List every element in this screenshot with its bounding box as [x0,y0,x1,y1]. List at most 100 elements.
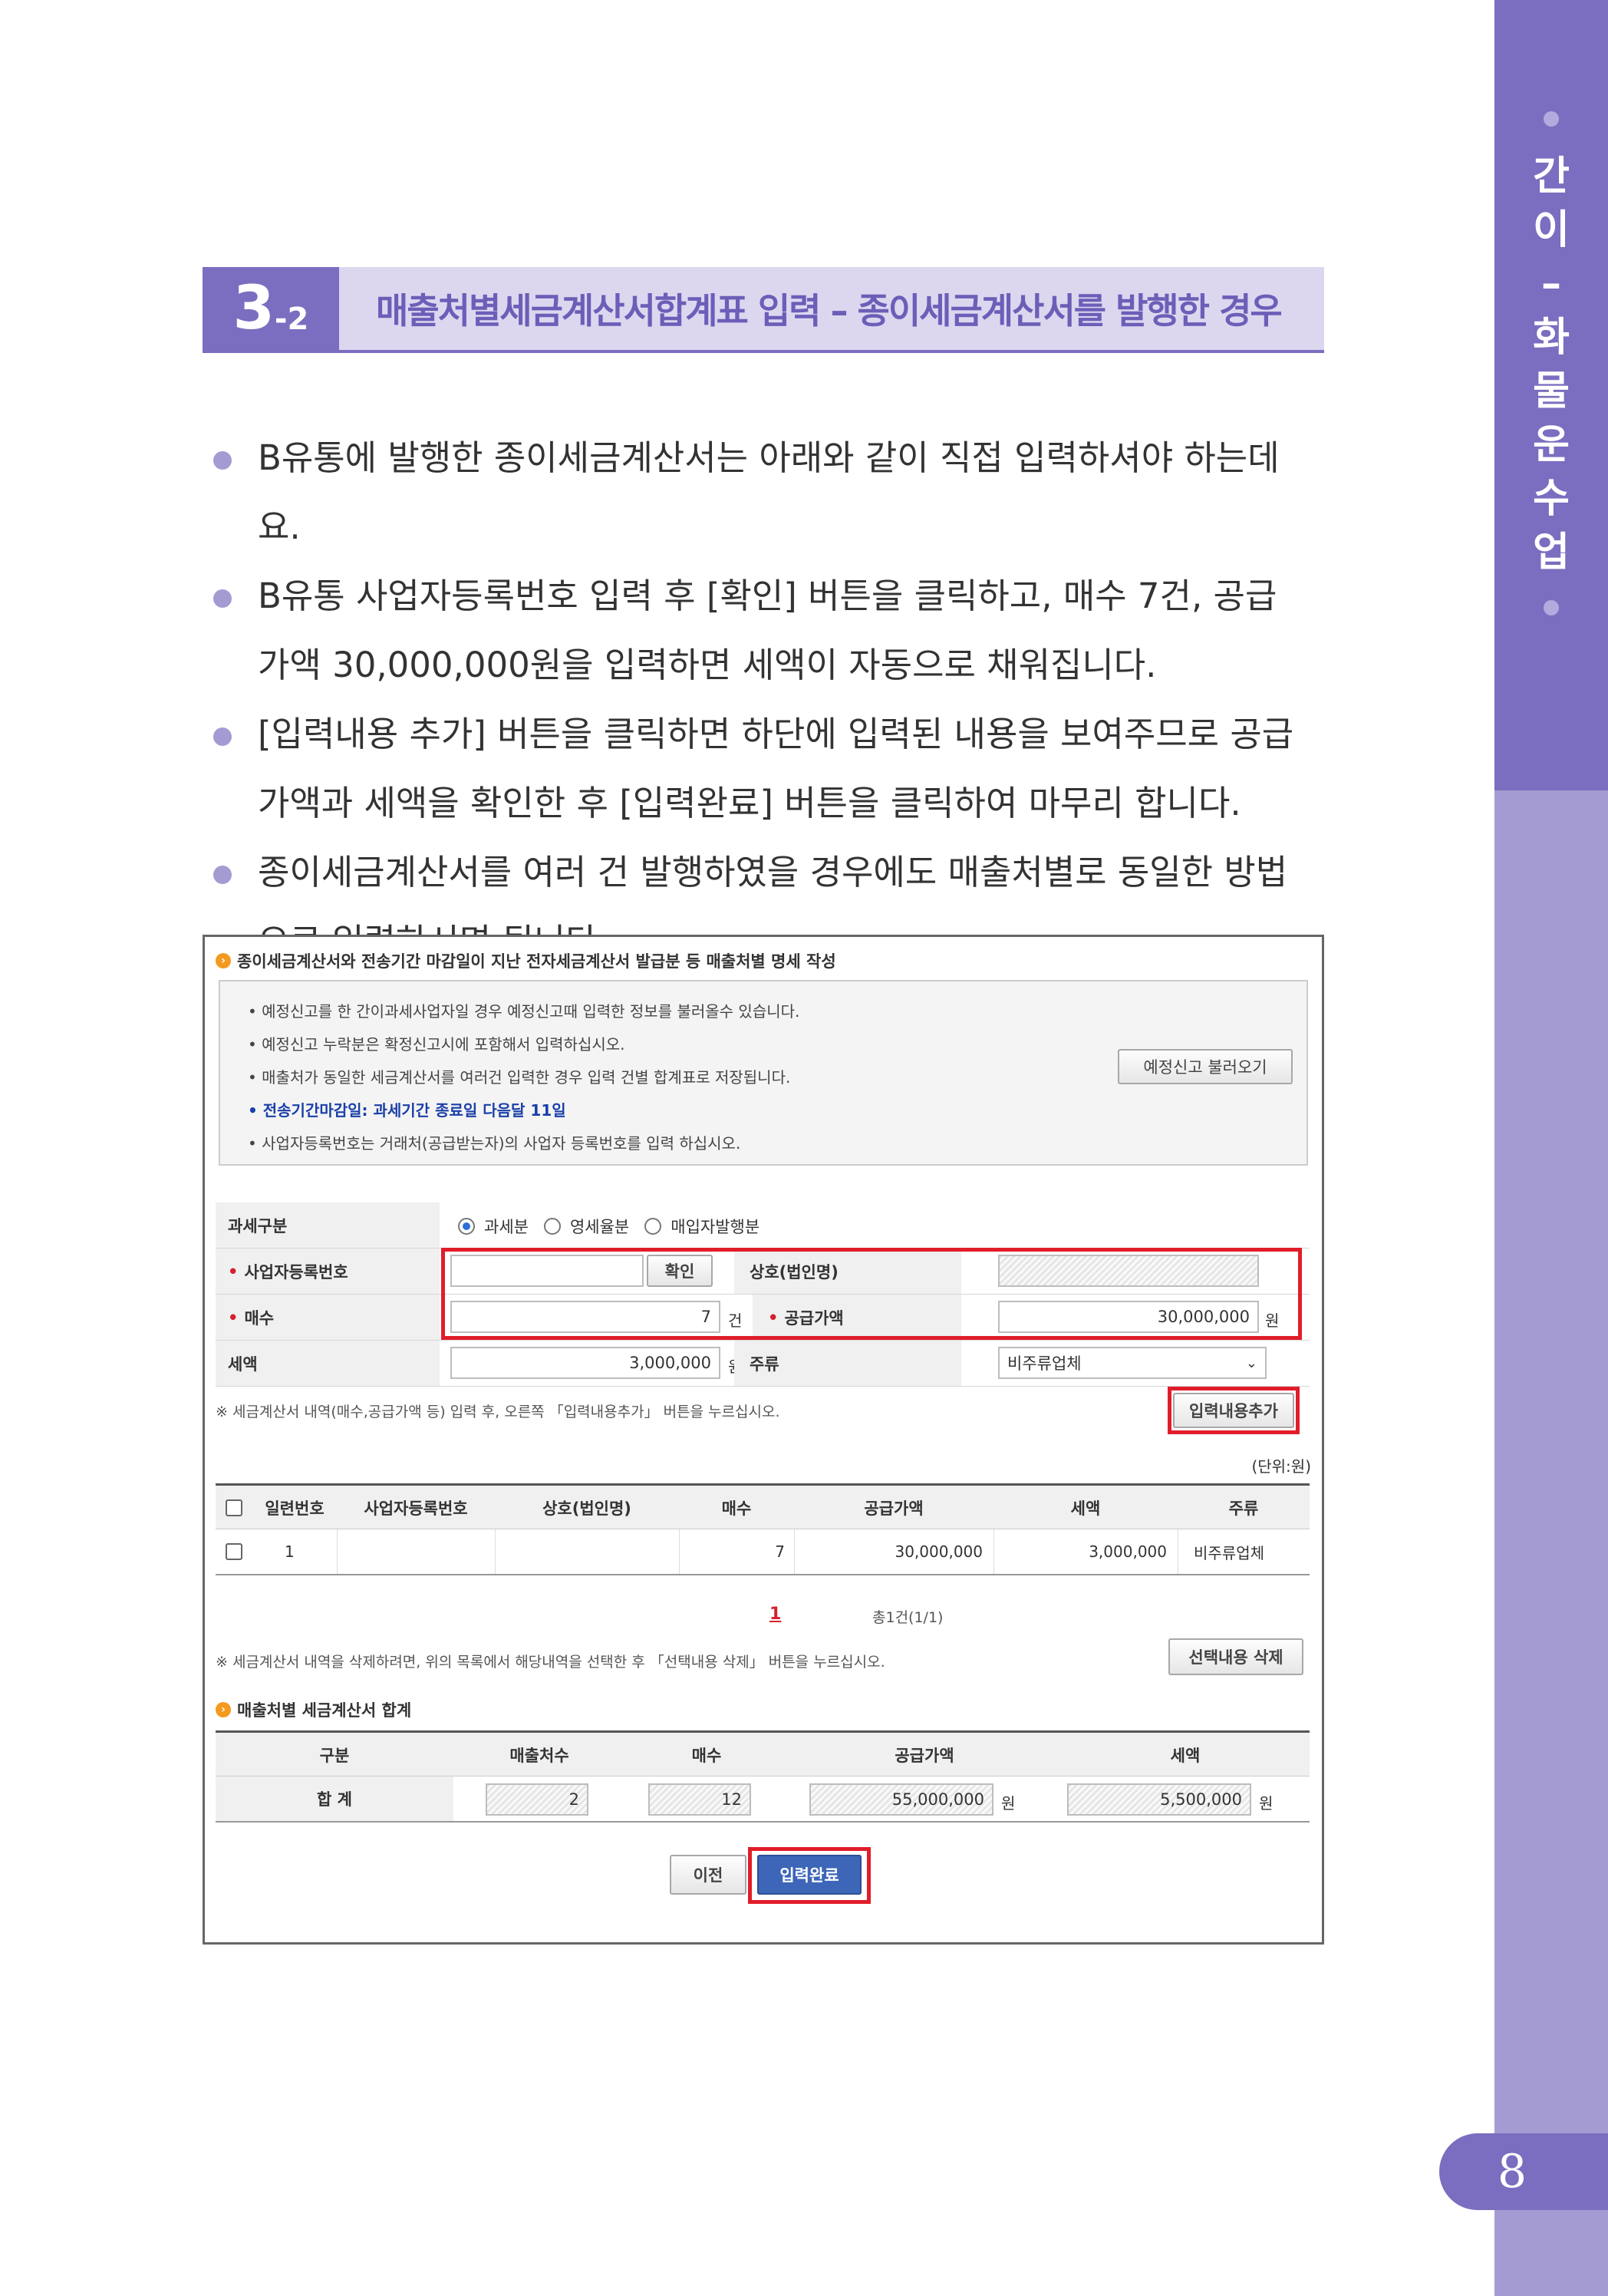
cell-count: 7 [679,1529,794,1574]
cell-tax: 3,000,000 [993,1529,1178,1574]
chapter-char: 수 [1533,476,1570,522]
highlight-box-form [441,1248,1302,1340]
notice-text: 사업자등록번호는 거래처(공급받는자)의 사업자 등록번호를 입력 하십시오. [262,1134,741,1153]
bullet-item: B유통에 발행한 종이세금계산서는 아래와 같이 직접 입력하셔야 하는데요. [213,424,1303,562]
notice-text: 매출처가 동일한 세금계산서를 여러건 입력한 경우 입력 건별 합계표로 저장… [262,1068,791,1087]
col-tax: 세액 [1070,1499,1101,1518]
sum-col-count: 매수 [691,1747,722,1765]
radio-zero-rate[interactable] [543,1218,561,1235]
col-supply: 공급가액 [864,1499,924,1518]
chapter-title: 간 이 – 화 물 운 수 업 [1494,150,1608,579]
notice-item: • 사업자등록번호는 거래처(공급받는자)의 사업자 등록번호를 입력 하십시오… [248,1134,741,1153]
notice-text: 예정신고 누락분은 확정신고시에 포함해서 입력하십시오. [262,1035,625,1054]
tax-label: 세액 [216,1341,440,1386]
bullet-dot-icon [213,866,232,884]
summary-table-header: 구분 매출처수 매수 공급가액 세액 [216,1730,1310,1776]
bullet-text: B유통에 발행한 종이세금계산서는 아래와 같이 직접 입력하셔야 하는데요. [258,437,1280,547]
load-preliminary-button[interactable]: 예정신고 불러오기 [1118,1049,1293,1084]
cell-seq: 1 [285,1542,295,1561]
bullet-item: B유통 사업자등록번호 입력 후 [확인] 버튼을 클릭하고, 매수 7건, 공… [213,562,1303,700]
tax-type-row: 과세구분 과세분 영세율분 매입자발행분 [216,1202,1310,1249]
sum-col-tax: 세액 [1170,1747,1201,1765]
select-all-checkbox[interactable] [226,1499,242,1516]
section-number-main: 3 [232,274,275,343]
col-company: 상호(법인명) [542,1499,631,1518]
col-bizno: 사업자등록번호 [364,1499,468,1518]
summary-count: 12 [648,1783,751,1816]
notice-text: 예정신고를 한 간이과세사업자일 경우 예정신고때 입력한 정보를 불러올수 있… [262,1002,800,1021]
radio-buyer-issued[interactable] [644,1218,662,1235]
sum-col-supply: 공급가액 [895,1747,954,1765]
side-bar: 간 이 – 화 물 운 수 업 [1494,0,1608,2296]
delete-note: ※ 세금계산서 내역을 삭제하려면, 위의 목록에서 해당내역을 선택한 후 「… [216,1654,885,1671]
table-row[interactable]: 1 7 30,000,000 3,000,000 비주류업체 [216,1529,1310,1575]
page-link-1[interactable]: 1 [769,1605,781,1624]
chapter-char: 간 [1533,153,1570,200]
hometax-screenshot: › 종이세금계산서와 전송기간 마감일이 지난 전자세금계산서 발급분 등 매출… [203,935,1324,1945]
radio-label: 영세율분 [569,1218,630,1236]
radio-label: 과세분 [484,1218,529,1236]
add-note: ※ 세금계산서 내역(매수,공급가액 등) 입력 후, 오른쪽 「입력내용추가」… [216,1404,780,1420]
unit-note: (단위:원) [1251,1457,1311,1476]
chevron-down-icon: ⌄ [1245,1354,1257,1371]
bullet-dot-icon [213,589,232,608]
list-table-header: 일련번호 사업자등록번호 상호(법인명) 매수 공급가액 세액 주류 [216,1483,1310,1529]
chapter-char: – [1541,261,1561,307]
section-header: 3 -2 매출처별세금계산서합계표 입력 – 종이세금계산서를 발행한 경우 [203,267,1324,353]
chapter-char: 운 [1533,422,1570,468]
radio-label: 매입자발행분 [671,1218,760,1236]
chapter-char: 업 [1533,529,1570,576]
notice-box: • 예정신고를 한 간이과세사업자일 경우 예정신고때 입력한 정보를 불러올수… [219,980,1308,1166]
chapter-char: 화 [1533,315,1570,361]
notice-item: • 전송기간마감일: 과세기간 종료일 다음달 11일 [248,1101,566,1120]
notice-text: 전송기간마감일: 과세기간 종료일 다음달 11일 [262,1101,566,1120]
cell-liquor: 비주류업체 [1178,1529,1310,1574]
radio-taxable[interactable] [458,1218,475,1235]
bullet-dot-icon [213,451,232,470]
col-liquor: 주류 [1228,1499,1259,1518]
chapter-char: 물 [1533,368,1570,414]
liquor-label: 주류 [734,1341,961,1386]
tax-type-label: 과세구분 [216,1202,440,1248]
bullet-item: [입력내용 추가] 버튼을 클릭하면 하단에 입력된 내용을 보여주므로 공급가… [213,700,1303,838]
summary-heading: › 매출처별 세금계산서 합계 [216,1698,411,1721]
chapter-char: 이 [1533,207,1570,253]
arrow-circle-icon: › [216,1702,231,1717]
liquor-select-value: 비주류업체 [1007,1354,1082,1373]
chapter-tab: 간 이 – 화 물 운 수 업 [1494,0,1608,790]
form-heading-text: 종이세금계산서와 전송기간 마감일이 지난 전자세금계산서 발급분 등 매출처별… [237,952,836,971]
section-title: 매출처별세금계산서합계표 입력 – 종이세금계산서를 발행한 경우 [376,290,1283,332]
highlight-box-done [748,1847,871,1904]
col-seq: 일련번호 [265,1499,325,1518]
summary-customers: 2 [486,1783,588,1816]
form-heading: › 종이세금계산서와 전송기간 마감일이 지난 전자세금계산서 발급분 등 매출… [216,949,836,972]
bullet-list: B유통에 발행한 종이세금계산서는 아래와 같이 직접 입력하셔야 하는데요. … [213,424,1303,976]
prev-button[interactable]: 이전 [670,1855,746,1895]
delete-selected-button[interactable]: 선택내용 삭제 [1168,1638,1303,1675]
tax-input[interactable]: 3,000,000 [450,1347,720,1379]
arrow-circle-icon: › [216,953,231,968]
section-number: 3 -2 [203,267,339,350]
col-count: 매수 [721,1499,752,1518]
sum-col-customers: 매출처수 [509,1747,569,1765]
summary-heading-text: 매출처별 세금계산서 합계 [237,1701,412,1720]
cell-supply: 30,000,000 [794,1529,993,1574]
notice-item: • 예정신고를 한 간이과세사업자일 경우 예정신고때 입력한 정보를 불러올수… [248,1002,800,1021]
dot-icon [1544,600,1559,615]
page-number: 8 [1439,2133,1608,2210]
bizno-label: • 사업자등록번호 [216,1249,440,1294]
cell-bizno [337,1529,495,1574]
summary-supply: 55,000,000 [809,1783,993,1816]
row-checkbox[interactable] [226,1543,242,1560]
bullet-dot-icon [213,727,232,746]
section-number-sub: -2 [274,302,309,337]
liquor-select[interactable]: 비주류업체 ⌄ [998,1347,1267,1379]
count-label: • 매수 [216,1295,440,1340]
summary-supply-unit: 원 [1001,1794,1016,1813]
summary-tax-unit: 원 [1259,1794,1274,1813]
bullet-text: [입력내용 추가] 버튼을 클릭하면 하단에 입력된 내용을 보여주므로 공급가… [258,714,1294,823]
highlight-box-add [1168,1387,1300,1434]
bullet-text: B유통 사업자등록번호 입력 후 [확인] 버튼을 클릭하고, 매수 7건, 공… [258,576,1277,685]
pagination-total: 총1건(1/1) [872,1609,944,1626]
summary-row-label: 합 계 [216,1776,453,1821]
